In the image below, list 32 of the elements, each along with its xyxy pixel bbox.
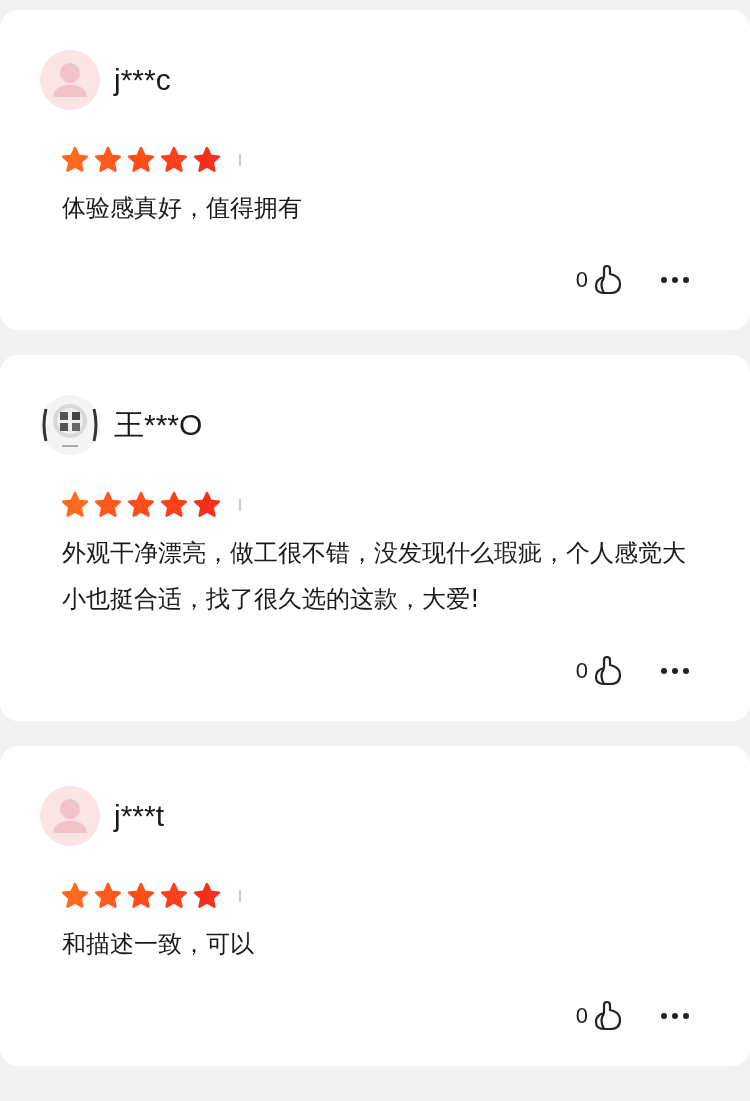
more-icon[interactable] bbox=[660, 667, 690, 675]
star-icon bbox=[159, 145, 189, 175]
thumbs-up-icon[interactable] bbox=[592, 655, 624, 687]
star-icon bbox=[93, 490, 123, 520]
avatar-icon bbox=[40, 50, 100, 110]
like-count: 0 bbox=[575, 658, 588, 684]
review-text: 和描述一致，可以 bbox=[62, 929, 255, 960]
thumbs-up-icon[interactable] bbox=[592, 1000, 624, 1032]
more-icon[interactable] bbox=[660, 276, 690, 284]
user-name: j***c bbox=[114, 63, 171, 97]
star-icon bbox=[60, 881, 90, 911]
user-name: j***t bbox=[114, 799, 165, 833]
star-icon bbox=[60, 490, 90, 520]
star-icon bbox=[192, 490, 222, 520]
avatar-icon bbox=[40, 786, 100, 846]
star-icon bbox=[93, 881, 123, 911]
star-icon bbox=[60, 145, 90, 175]
star-icon bbox=[93, 145, 123, 175]
more-icon[interactable] bbox=[660, 1012, 690, 1020]
star-icon bbox=[126, 881, 156, 911]
star-icon bbox=[159, 490, 189, 520]
star-icon bbox=[192, 881, 222, 911]
star-icon bbox=[192, 145, 222, 175]
review-text: 外观干净漂亮，做工很不错，没发现什么瑕疵，个人感觉大小也挺合适，找了很久选的这款，大爱! bbox=[62, 538, 687, 615]
star-icon bbox=[159, 881, 189, 911]
star-icon bbox=[126, 145, 156, 175]
user-name: 王***O bbox=[114, 406, 203, 443]
like-count: 0 bbox=[575, 267, 588, 293]
like-count: 0 bbox=[575, 1003, 588, 1029]
thumbs-up-icon[interactable] bbox=[592, 264, 624, 296]
star-icon bbox=[126, 490, 156, 520]
review-text: 体验感真好，值得拥有 bbox=[62, 193, 303, 224]
